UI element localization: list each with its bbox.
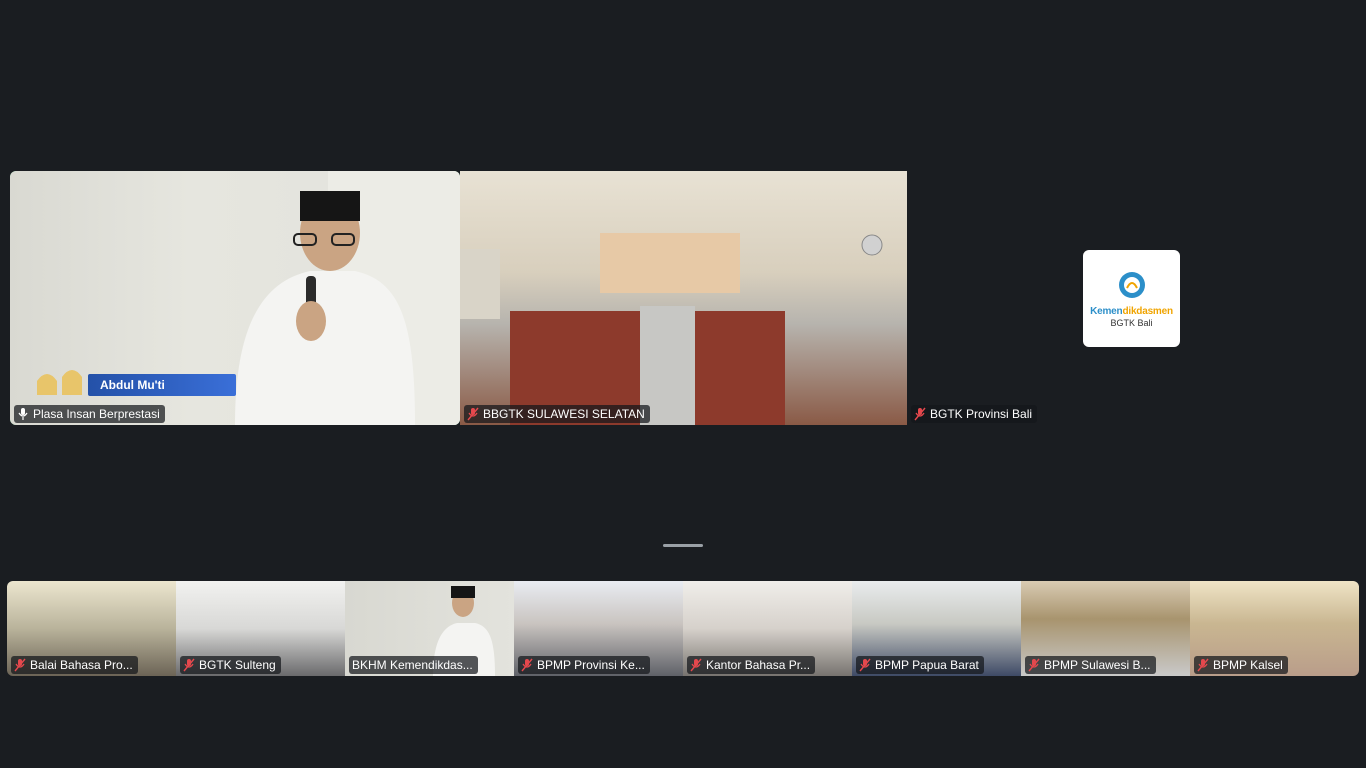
microphone-muted-icon (521, 658, 533, 672)
microphone-muted-icon (467, 407, 479, 421)
participant-name: BPMP Sulawesi B... (1044, 658, 1151, 672)
filmstrip-tile[interactable]: BGTK Sulteng (176, 581, 345, 676)
microphone-muted-icon (1028, 658, 1040, 672)
participant-name: Plasa Insan Berprestasi (33, 407, 160, 421)
participant-name: Balai Bahasa Pro... (30, 658, 133, 672)
participant-avatar-logo: Kemendikdasmen BGTK Bali (1083, 250, 1180, 347)
microphone-icon (18, 408, 28, 420)
participant-name-tag: BGTK Sulteng (180, 656, 281, 674)
participant-name-tag: BPMP Papua Barat (856, 656, 984, 674)
participant-name: BPMP Provinsi Ke... (537, 658, 645, 672)
participant-name-tag: Plasa Insan Berprestasi (14, 405, 165, 423)
filmstrip-tile[interactable]: BPMP Sulawesi B... (1021, 581, 1190, 676)
participant-name-tag: BPMP Provinsi Ke... (518, 656, 650, 674)
filmstrip-tile[interactable]: BPMP Kalsel (1190, 581, 1359, 676)
video-tile-bgtk-bali[interactable]: Kemendikdasmen BGTK Bali BGTK Provinsi B… (907, 171, 1357, 425)
filmstrip-tile[interactable]: Kantor Bahasa Pr... (683, 581, 852, 676)
lower-third-name: Abdul Mu'ti (88, 374, 236, 396)
microphone-muted-icon (1197, 658, 1209, 672)
participant-name: BPMP Papua Barat (875, 658, 979, 672)
logo-brand: Kemendikdasmen (1090, 306, 1173, 317)
video-tile-plasa[interactable]: Abdul Mu'ti Plasa Insan Berprestasi (10, 171, 460, 425)
microphone-muted-icon (859, 658, 871, 672)
filmstrip-tile[interactable]: Balai Bahasa Pro... (7, 581, 176, 676)
filmstrip-tile[interactable]: BKHM Kemendikdas... (345, 581, 514, 676)
logo-brand-part-a: Kemen (1090, 305, 1123, 317)
participant-name: BBGTK SULAWESI SELATAN (483, 407, 645, 421)
participant-name-tag: BPMP Kalsel (1194, 656, 1288, 674)
microphone-muted-icon (690, 658, 702, 672)
tut-wuri-logo-icon (1118, 271, 1145, 298)
participant-name-tag: BKHM Kemendikdas... (349, 656, 478, 674)
participant-name-tag: BBGTK SULAWESI SELATAN (464, 405, 650, 423)
logo-brand-part-b: dikdasmen (1122, 305, 1173, 317)
meeting-room-scene (460, 233, 883, 425)
microphone-muted-icon (14, 658, 26, 672)
participant-name: BPMP Kalsel (1213, 658, 1283, 672)
microphone-muted-icon (914, 407, 926, 421)
mosque-graphic (37, 370, 82, 395)
microphone-muted-icon (183, 658, 195, 672)
participant-name: BGTK Provinsi Bali (930, 407, 1033, 421)
filmstrip-resize-handle[interactable] (663, 544, 703, 547)
participant-name-tag: Kantor Bahasa Pr... (687, 656, 816, 674)
participant-name: BKHM Kemendikdas... (352, 658, 473, 672)
filmstrip-tile[interactable]: BPMP Papua Barat (852, 581, 1021, 676)
participant-name-tag: Balai Bahasa Pro... (11, 656, 138, 674)
participant-name-tag: BPMP Sulawesi B... (1025, 656, 1156, 674)
video-tile-bbgtk-sulsel[interactable]: BBGTK SULAWESI SELATAN (460, 171, 907, 425)
filmstrip-tile[interactable]: BPMP Provinsi Ke... (514, 581, 683, 676)
participant-name-tag: BGTK Provinsi Bali (911, 405, 1038, 423)
logo-subtitle: BGTK Bali (1110, 317, 1153, 328)
participant-name: BGTK Sulteng (199, 658, 276, 672)
participant-name: Kantor Bahasa Pr... (706, 658, 811, 672)
